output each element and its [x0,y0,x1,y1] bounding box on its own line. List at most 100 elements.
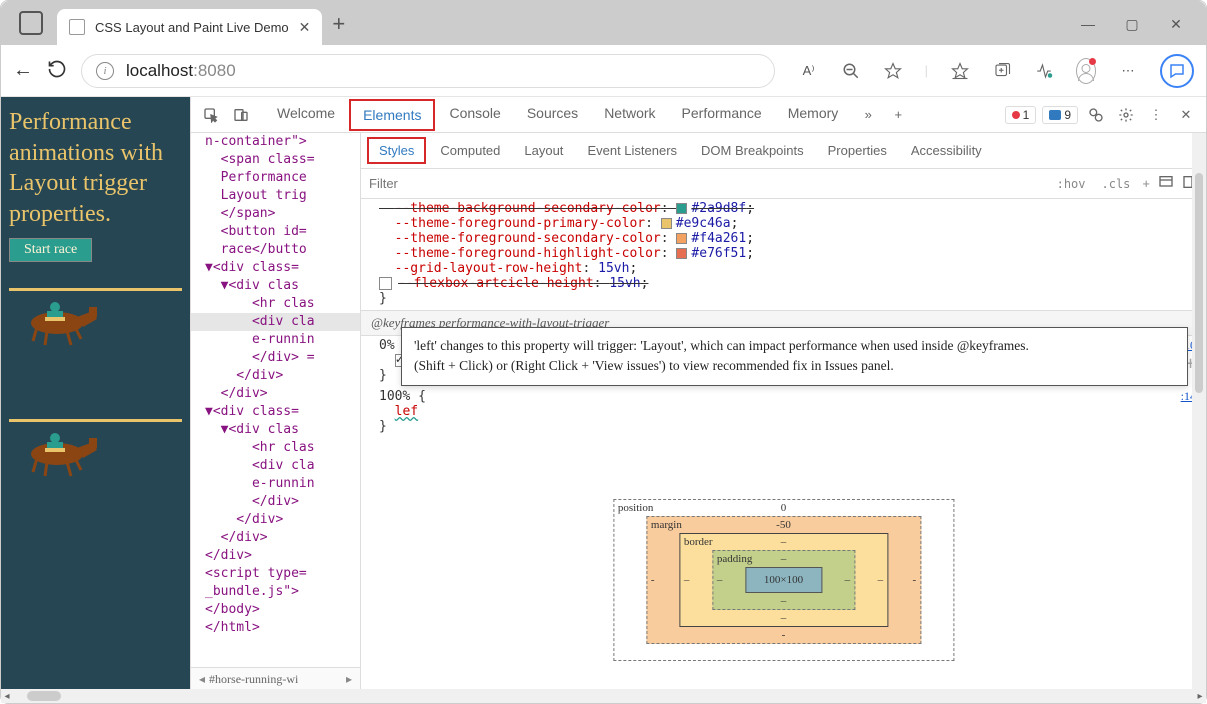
dom-tree-line[interactable]: ▼<div class= [191,259,360,277]
devtools: WelcomeElementsConsoleSourcesNetworkPerf… [190,97,1206,691]
styles-tab-computed[interactable]: Computed [430,139,510,162]
styles-tab-layout[interactable]: Layout [514,139,573,162]
styles-scrollbar[interactable] [1192,133,1206,691]
dom-tree-line[interactable]: </body> [191,601,360,619]
back-button[interactable]: ← [13,59,33,82]
dom-tree-line[interactable]: ▼<div class= [191,403,360,421]
dom-tree-line[interactable]: Layout trig [191,187,360,205]
zoom-out-icon[interactable] [841,61,861,81]
styles-tab-styles[interactable]: Styles [367,137,426,164]
kebab-menu-icon[interactable]: ⋮ [1144,103,1168,127]
styles-tabs: StylesComputedLayoutEvent ListenersDOM B… [361,133,1206,169]
dom-tree-line[interactable]: <hr clas [191,295,360,313]
property-tooltip: 'left' changes to this property will tri… [401,327,1188,386]
bing-chat-icon[interactable] [1160,54,1194,88]
browser-tab[interactable]: CSS Layout and Paint Live Demo ✕ [57,9,322,45]
dom-tree-line[interactable]: e-runnin [191,331,360,349]
dom-tree-line[interactable]: Performance [191,169,360,187]
site-info-icon[interactable]: i [96,62,114,80]
dom-tree-line[interactable]: </div> [191,493,360,511]
dom-tree-line[interactable]: ▼<div clas [191,277,360,295]
toolbar-right: A⁾ | ⋯ [799,54,1194,88]
dom-tree-line[interactable]: </span> [191,205,360,223]
demo-page: Performance animations with Layout trigg… [1,97,190,691]
devtools-tab-sources[interactable]: Sources [515,99,590,131]
window-controls: — ▢ ✕ [1080,16,1184,33]
dom-tree-line[interactable]: </html> [191,619,360,637]
box-model[interactable]: position0 margin-50--- border–––– paddin… [613,499,954,661]
tab-title: CSS Layout and Paint Live Demo [95,20,289,35]
issues-icon[interactable] [1084,103,1108,127]
horse-1 [9,297,182,353]
performance-icon[interactable] [1034,61,1054,81]
styles-tab-dom-breakpoints[interactable]: DOM Breakpoints [691,139,814,162]
keyframe-100[interactable]: 100% {:14 lef } [361,387,1206,438]
styles-tab-accessibility[interactable]: Accessibility [901,139,992,162]
devtools-toolbar: WelcomeElementsConsoleSourcesNetworkPerf… [191,97,1206,133]
dom-tree-line[interactable]: </div> [191,547,360,565]
dom-tree-line[interactable]: <div cla [191,313,360,331]
dom-tree-line[interactable]: e-runnin [191,475,360,493]
dom-tree-line[interactable]: ▼<div clas [191,421,360,439]
dom-tree-line[interactable]: _bundle.js"> [191,583,360,601]
more-tabs-icon[interactable]: » [856,103,880,127]
devtools-tab-console[interactable]: Console [437,99,512,131]
elements-breadcrumb[interactable]: ◂ #horse-running-wi ▸ [191,667,360,691]
favorites-list-icon[interactable] [950,61,970,81]
dom-tree-line[interactable]: <div cla [191,457,360,475]
inspect-icon[interactable] [199,103,223,127]
minimize-button[interactable]: — [1080,16,1096,33]
dom-tree-line[interactable]: </div> [191,529,360,547]
dom-tree-line[interactable]: </div> = [191,349,360,367]
elements-panel[interactable]: n-container"> <span class= Performance L… [191,133,361,691]
devtools-tab-welcome[interactable]: Welcome [265,99,347,131]
hov-toggle[interactable]: :hov [1053,175,1090,193]
settings-icon[interactable] [1114,103,1138,127]
device-toggle-icon[interactable] [229,103,253,127]
dom-tree-line[interactable]: <script type= [191,565,360,583]
devtools-tab-elements[interactable]: Elements [349,99,435,131]
collections-icon[interactable] [992,61,1012,81]
styles-filter-input[interactable] [369,176,1045,191]
cls-toggle[interactable]: .cls [1098,175,1135,193]
start-race-button[interactable]: Start race [9,238,92,262]
dom-tree-line[interactable]: <button id= [191,223,360,241]
new-style-rule-icon[interactable]: + [1142,176,1150,191]
property-toggle[interactable] [379,277,392,290]
dom-tree-line[interactable]: race</butto [191,241,360,259]
devtools-tab-network[interactable]: Network [592,99,667,131]
refresh-button[interactable] [47,59,67,82]
computed-styles-icon[interactable] [1158,174,1174,193]
dom-tree-line[interactable]: <span class= [191,151,360,169]
url-text: localhost:8080 [126,61,236,81]
window-titlebar: CSS Layout and Paint Live Demo ✕ + — ▢ ✕ [1,1,1206,45]
profile-avatar[interactable] [1076,61,1096,81]
style-rule-block[interactable]: --theme-background-secondary-color: #2a9… [361,199,1206,310]
more-menu-icon[interactable]: ⋯ [1118,61,1138,81]
main-content: Performance animations with Layout trigg… [1,97,1206,691]
close-tab-icon[interactable]: ✕ [299,19,311,36]
dom-tree-line[interactable]: n-container"> [191,133,360,151]
favorite-icon[interactable] [883,61,903,81]
styles-tab-properties[interactable]: Properties [818,139,897,162]
close-devtools-icon[interactable]: ✕ [1174,103,1198,127]
dom-tree-line[interactable]: </div> [191,385,360,403]
devtools-tab-memory[interactable]: Memory [776,99,851,131]
page-horizontal-scrollbar[interactable]: ◂▸ [1,689,1206,703]
horse-2 [9,428,182,484]
dom-tree-line[interactable]: </div> [191,367,360,385]
address-bar: ← i localhost:8080 A⁾ | ⋯ [1,45,1206,97]
close-window-button[interactable]: ✕ [1168,16,1184,33]
message-count[interactable]: 9 [1042,106,1078,124]
error-count[interactable]: 1 [1005,106,1037,124]
devtools-tab-performance[interactable]: Performance [670,99,774,131]
styles-tab-event-listeners[interactable]: Event Listeners [577,139,687,162]
maximize-button[interactable]: ▢ [1124,16,1140,33]
url-input[interactable]: i localhost:8080 [81,54,775,88]
dom-tree-line[interactable]: </div> [191,511,360,529]
add-tab-icon[interactable]: + [886,103,910,127]
demo-heading: Performance animations with Layout trigg… [9,107,182,230]
read-aloud-icon[interactable]: A⁾ [799,61,819,81]
dom-tree-line[interactable]: <hr clas [191,439,360,457]
new-tab-button[interactable]: + [332,11,345,37]
